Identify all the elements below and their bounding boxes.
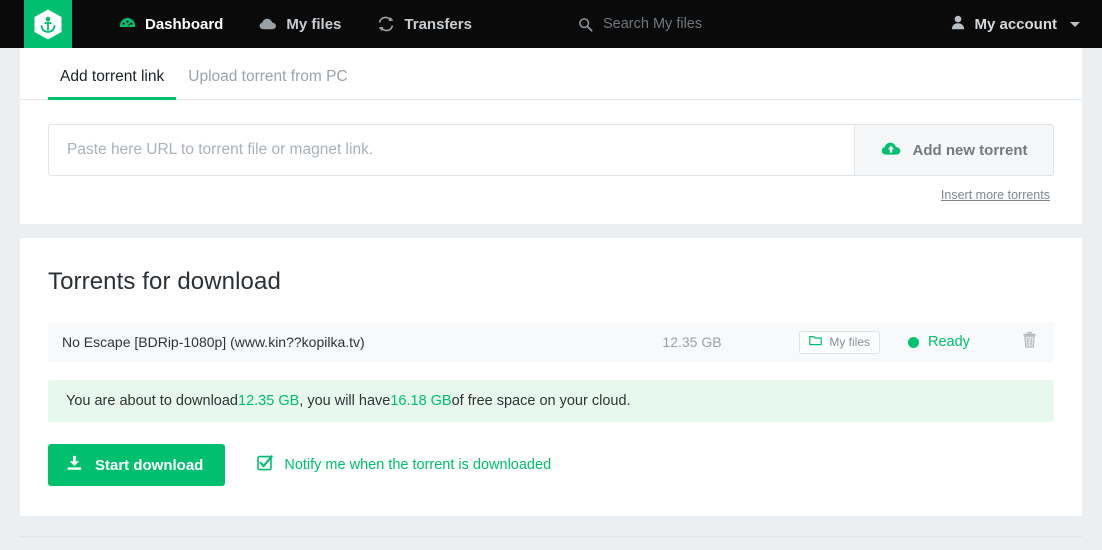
free-space-notice: You are about to download 12.35 GB, you … [48, 380, 1054, 422]
tab-add-torrent-link[interactable]: Add torrent link [48, 68, 177, 100]
destination-my-files-button[interactable]: My files [799, 330, 880, 354]
folder-icon [809, 335, 823, 349]
top-navigation-bar: Dashboard My files Transfers Search My f… [0, 0, 1102, 48]
search-icon [578, 17, 593, 32]
search-area [578, 0, 843, 48]
torrent-url-row: Add new torrent [20, 100, 1082, 176]
torrents-for-download-card: Torrents for download No Escape [BDRip-1… [20, 238, 1082, 516]
app-logo[interactable] [24, 0, 72, 48]
user-icon [951, 15, 965, 34]
insert-more-torrents-link[interactable]: Insert more torrents [941, 188, 1050, 202]
dashboard-gauge-icon [118, 15, 136, 33]
add-new-torrent-label: Add new torrent [912, 141, 1028, 159]
page-title: Torrents for download [48, 268, 281, 295]
download-icon [66, 455, 83, 475]
cloud-upload-icon [881, 141, 901, 160]
notify-checkbox-row[interactable]: Notify me when the torrent is downloaded [257, 454, 552, 475]
torrent-size: 12.35 GB [662, 334, 722, 350]
sync-refresh-icon [377, 15, 395, 33]
account-menu[interactable]: My account [951, 0, 1080, 48]
table-row: No Escape [BDRip-1080p] (www.kin??kopilk… [48, 322, 1054, 362]
add-new-torrent-button[interactable]: Add new torrent [854, 124, 1054, 176]
tab-upload-torrent-from-pc-label: Upload torrent from PC [188, 68, 348, 85]
footer-gap [0, 516, 1102, 530]
torrent-url-input[interactable] [48, 124, 854, 176]
tab-bar: Add torrent link Upload torrent from PC [20, 48, 1082, 100]
nav-item-my-files-label: My files [286, 15, 342, 33]
tab-upload-torrent-from-pc[interactable]: Upload torrent from PC [176, 68, 359, 99]
nav-item-dashboard-label: Dashboard [145, 15, 224, 33]
status-label: Ready [928, 334, 970, 350]
notice-middle: , you will have [299, 393, 391, 409]
account-menu-label: My account [974, 15, 1057, 33]
torrent-name: No Escape [BDRip-1080p] (www.kin??kopilk… [62, 334, 365, 350]
notice-free-space: 16.18 GB [390, 393, 452, 409]
delete-torrent-button[interactable] [1016, 329, 1042, 355]
primary-nav-links: Dashboard My files Transfers [118, 15, 508, 33]
status-badge: Ready [908, 334, 1004, 350]
notice-download-size: 12.35 GB [238, 393, 300, 409]
nav-item-transfers-label: Transfers [404, 15, 472, 33]
start-download-label: Start download [95, 456, 204, 474]
notify-label: Notify me when the torrent is downloaded [284, 457, 552, 473]
nav-item-my-files[interactable]: My files [259, 15, 341, 33]
trash-icon [1022, 331, 1037, 353]
nav-item-transfers[interactable]: Transfers [377, 15, 472, 33]
checkbox-checked-icon [257, 454, 274, 475]
card-gap [0, 224, 1102, 238]
notice-suffix: of free space on your cloud. [451, 393, 631, 409]
destination-my-files-label: My files [829, 335, 870, 349]
status-dot-icon [908, 336, 919, 348]
tab-add-torrent-link-label: Add torrent link [60, 68, 165, 85]
chevron-down-icon [1070, 21, 1080, 27]
anchor-hexagon-logo-icon [34, 9, 62, 40]
nav-item-dashboard[interactable]: Dashboard [118, 15, 223, 33]
add-torrent-card: Add torrent link Upload torrent from PC … [20, 48, 1082, 224]
actions-row: Start download Notify me when the torren… [48, 444, 1054, 516]
insert-more-row: Insert more torrents [20, 176, 1082, 224]
cloud-icon [259, 15, 277, 33]
search-input[interactable] [603, 16, 843, 32]
footer-divider [20, 536, 1082, 537]
notice-prefix: You are about to download [66, 393, 238, 409]
start-download-button[interactable]: Start download [48, 444, 226, 486]
